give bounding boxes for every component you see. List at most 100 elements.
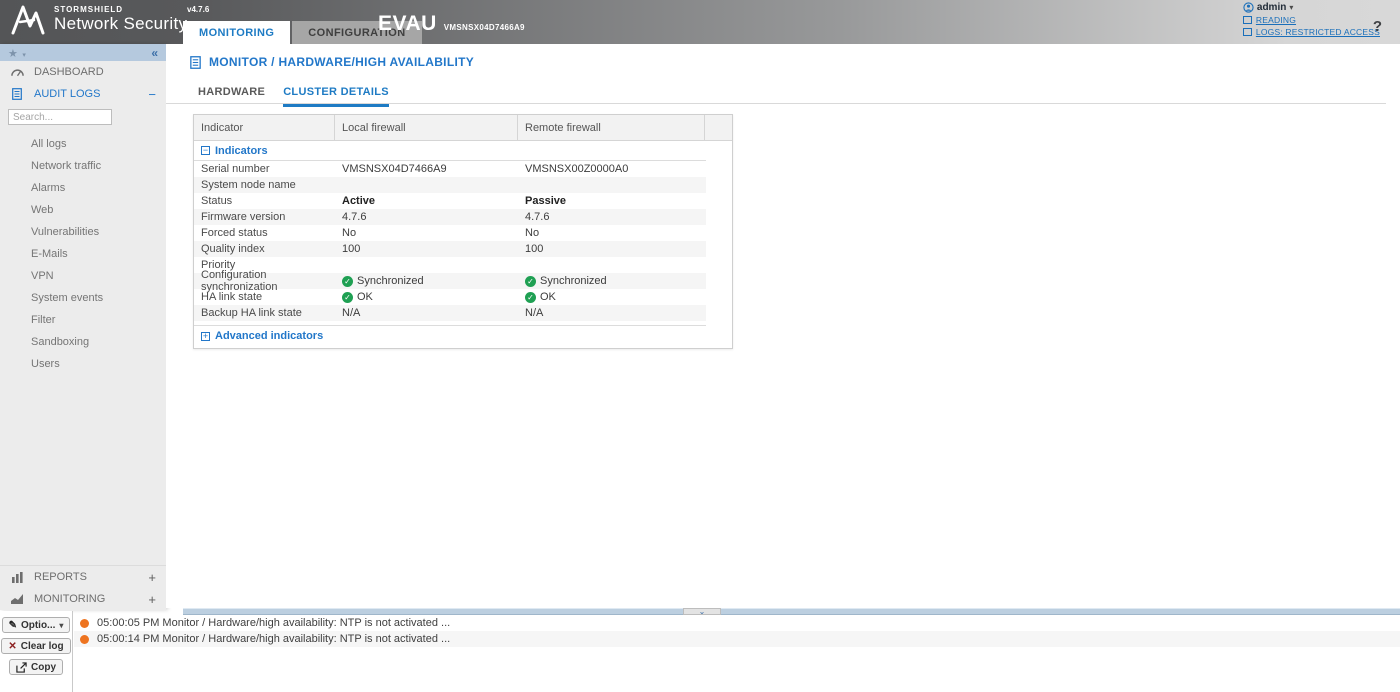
- remote-firewall-cell: ✓Synchronized: [518, 275, 706, 287]
- reading-icon: [1243, 16, 1252, 24]
- sidebar-item-web[interactable]: Web: [0, 199, 166, 221]
- sidebar-item-all-logs[interactable]: All logs: [0, 133, 166, 155]
- sidebar-item-alarms[interactable]: Alarms: [0, 177, 166, 199]
- star-icon: ★: [8, 48, 18, 60]
- help-icon[interactable]: ?: [1373, 18, 1382, 35]
- sidebar-item-system-events[interactable]: System events: [0, 287, 166, 309]
- table-row[interactable]: Forced statusNoNo: [194, 225, 706, 241]
- check-circle-icon: ✓: [525, 292, 536, 303]
- sidebar-item-audit-logs[interactable]: AUDIT LOGS −: [0, 83, 166, 105]
- indicator-cell: HA link state: [194, 291, 335, 303]
- check-circle-icon: ✓: [525, 276, 536, 287]
- local-firewall-cell: N/A: [335, 307, 518, 319]
- indicator-cell: System node name: [194, 179, 335, 191]
- favorites-menu[interactable]: ★ ▾: [8, 44, 26, 62]
- bar-chart-icon: [10, 572, 24, 583]
- tab-monitoring[interactable]: MONITORING: [183, 21, 290, 44]
- expand-section-icon[interactable]: +: [148, 570, 156, 585]
- table-row[interactable]: System node name: [194, 177, 706, 193]
- audit-log-categories: All logsNetwork trafficAlarmsWebVulnerab…: [0, 133, 166, 375]
- local-firewall-cell: Active: [335, 195, 518, 207]
- cell-value: OK: [540, 291, 556, 303]
- reading-label: READING: [1256, 15, 1296, 25]
- resize-grip[interactable]: ⌄: [683, 608, 721, 615]
- sidebar-item-dashboard[interactable]: DASHBOARD: [0, 61, 166, 83]
- sidebar: ★ ▾ « DASHBOARD AUDIT LOGS − All logsNet…: [0, 44, 166, 610]
- user-name: admin: [1257, 2, 1286, 13]
- sidebar-item-reports[interactable]: REPORTS +: [0, 566, 166, 588]
- firewall-identity: EVAU VMSNSX04D7466A9: [378, 12, 525, 36]
- page-title-text: MONITOR / HARDWARE/HIGH AVAILABILITY: [209, 55, 474, 69]
- local-firewall-cell: 4.7.6: [335, 211, 518, 223]
- log-panel-buttons: ✎ Optio... ▾ ✕ Clear log Copy: [0, 611, 73, 692]
- log-entry[interactable]: 05:00:05 PM Monitor / Hardware/high avai…: [74, 615, 1400, 631]
- remote-firewall-cell: N/A: [518, 307, 706, 319]
- indicator-cell: Configuration synchronization: [194, 269, 335, 293]
- collapse-sidebar-icon[interactable]: «: [151, 46, 158, 60]
- local-firewall-cell: ✓OK: [335, 291, 518, 303]
- cell-value: Active: [342, 195, 375, 207]
- sidebar-item-label: DASHBOARD: [34, 66, 104, 78]
- sidebar-item-label: MONITORING: [34, 593, 105, 605]
- cell-value: 4.7.6: [342, 211, 366, 223]
- table-row[interactable]: Quality index100100: [194, 241, 706, 257]
- check-circle-icon: ✓: [342, 276, 353, 287]
- table-row[interactable]: Firmware version4.7.64.7.6: [194, 209, 706, 225]
- sidebar-item-vpn[interactable]: VPN: [0, 265, 166, 287]
- sidebar-item-e-mails[interactable]: E-Mails: [0, 243, 166, 265]
- log-entry[interactable]: 05:00:14 PM Monitor / Hardware/high avai…: [74, 631, 1400, 647]
- sidebar-item-label: REPORTS: [34, 571, 87, 583]
- copy-button-label: Copy: [31, 662, 56, 673]
- monitor-page-icon: [190, 56, 201, 69]
- remote-firewall-cell: 100: [518, 243, 706, 255]
- collapse-group-icon[interactable]: −: [201, 146, 210, 155]
- sidebar-item-vulnerabilities[interactable]: Vulnerabilities: [0, 221, 166, 243]
- copy-icon: [16, 662, 27, 673]
- cell-value: N/A: [525, 307, 543, 319]
- logs-access-link[interactable]: LOGS: RESTRICTED ACCESS: [1243, 27, 1380, 37]
- sidebar-item-network-traffic[interactable]: Network traffic: [0, 155, 166, 177]
- indicator-cell: Forced status: [194, 227, 335, 239]
- reading-mode-link[interactable]: READING: [1243, 15, 1380, 25]
- cell-value: VMSNSX00Z0000A0: [525, 163, 628, 175]
- group-row-advanced-indicators[interactable]: + Advanced indicators: [194, 325, 706, 346]
- chevron-down-icon: ▾: [59, 621, 63, 630]
- log-panel-resize-divider[interactable]: ⌄: [183, 608, 1400, 615]
- search-input[interactable]: [8, 109, 112, 125]
- table-row[interactable]: Backup HA link state N/A N/A: [194, 305, 706, 321]
- cell-value: Passive: [525, 195, 566, 207]
- sidebar-item-filter[interactable]: Filter: [0, 309, 166, 331]
- indicator-cell: Backup HA link state: [194, 307, 335, 319]
- brand-version: v4.7.6: [187, 6, 209, 15]
- column-header-indicator[interactable]: Indicator: [194, 115, 335, 140]
- cell-value: 100: [525, 243, 543, 255]
- expand-section-icon[interactable]: +: [148, 592, 156, 607]
- sidebar-item-monitoring[interactable]: MONITORING +: [0, 588, 166, 610]
- sidebar-item-sandboxing[interactable]: Sandboxing: [0, 331, 166, 353]
- table-row[interactable]: StatusActivePassive: [194, 193, 706, 209]
- clear-log-button[interactable]: ✕ Clear log: [1, 638, 70, 654]
- local-firewall-cell: ✓Synchronized: [335, 275, 518, 287]
- group-label: Advanced indicators: [215, 330, 323, 342]
- pencil-icon: ✎: [9, 620, 17, 631]
- collapse-section-icon[interactable]: −: [148, 87, 156, 102]
- chevron-down-icon: ▾: [1289, 3, 1293, 12]
- log-entry-text: 05:00:14 PM Monitor / Hardware/high avai…: [97, 633, 450, 645]
- group-row-indicators[interactable]: − Indicators: [194, 141, 706, 161]
- copy-button[interactable]: Copy: [9, 659, 63, 675]
- expand-group-icon[interactable]: +: [201, 332, 210, 341]
- table-row[interactable]: HA link state✓OK✓OK: [194, 289, 706, 305]
- column-header-local-firewall[interactable]: Local firewall: [335, 115, 518, 140]
- cell-value: N/A: [342, 307, 360, 319]
- remote-firewall-cell: 4.7.6: [518, 211, 706, 223]
- table-rows: Serial numberVMSNSX04D7466A9VMSNSX00Z000…: [194, 161, 732, 321]
- column-header-remote-firewall[interactable]: Remote firewall: [518, 115, 705, 140]
- table-row[interactable]: Serial numberVMSNSX04D7466A9VMSNSX00Z000…: [194, 161, 706, 177]
- main-content: MONITOR / HARDWARE/HIGH AVAILABILITY HAR…: [166, 44, 1400, 608]
- table-header: Indicator Local firewall Remote firewall: [194, 115, 732, 141]
- user-menu[interactable]: admin ▾: [1243, 2, 1380, 13]
- sidebar-item-users[interactable]: Users: [0, 353, 166, 375]
- table-row[interactable]: Configuration synchronization✓Synchroniz…: [194, 273, 706, 289]
- options-button[interactable]: ✎ Optio... ▾: [2, 617, 71, 633]
- check-circle-icon: ✓: [342, 292, 353, 303]
